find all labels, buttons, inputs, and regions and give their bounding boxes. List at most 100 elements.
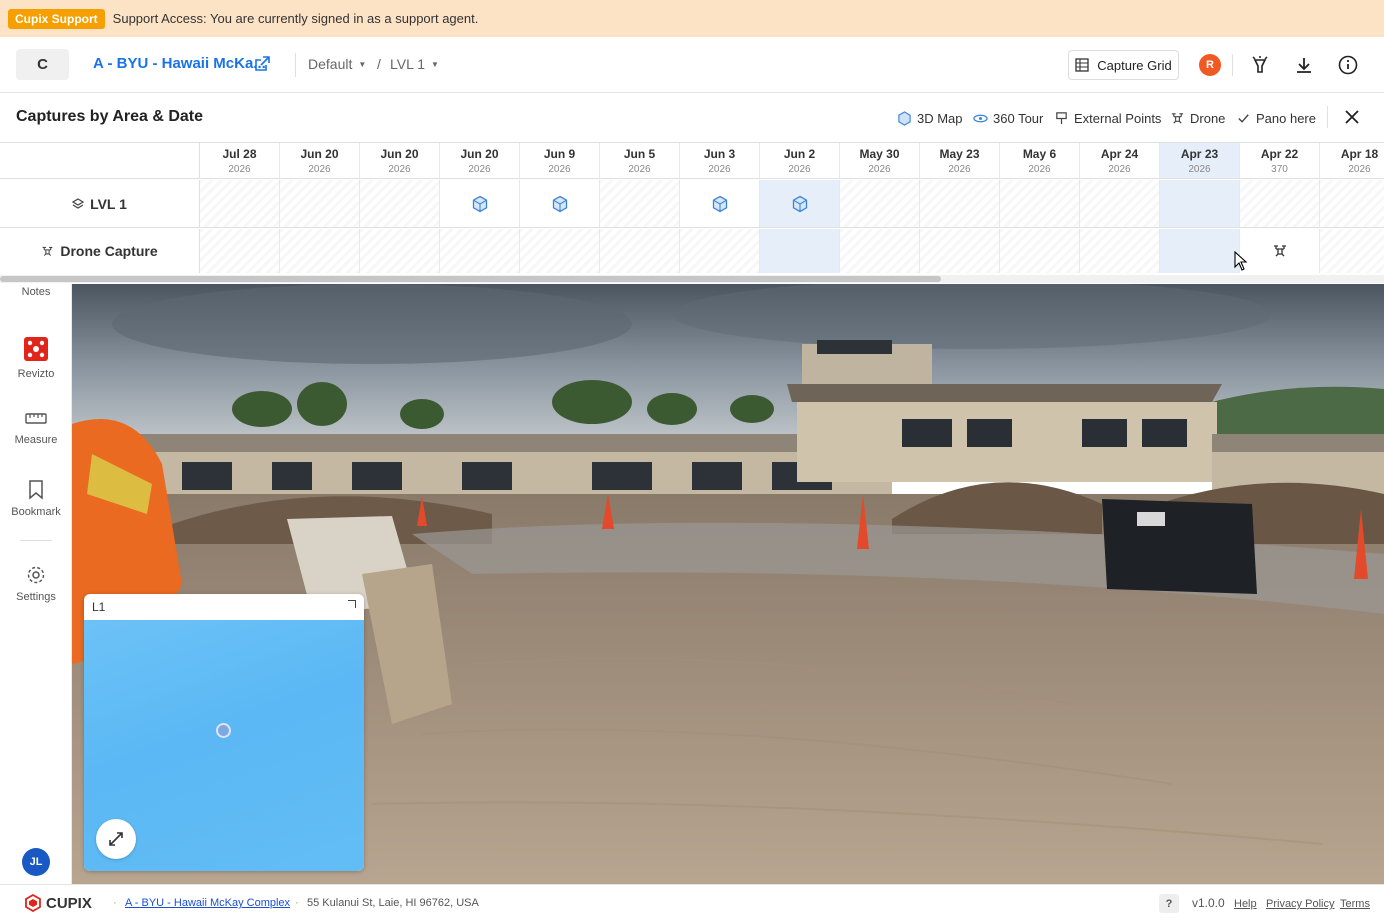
minimap[interactable]: L1 [84,594,364,871]
sidebar-item-label: Settings [16,591,56,603]
resize-corner-icon[interactable] [348,600,356,608]
sidebar-item-settings[interactable]: Settings [0,565,72,603]
date-column-header[interactable]: Jun 3 2026 [680,143,760,178]
footer-terms-link[interactable]: Terms [1340,898,1370,910]
column-year: 2026 [548,163,571,175]
avatar[interactable]: JL [22,848,50,876]
date-column-header[interactable]: Apr 18 2026 [1320,143,1384,178]
download-icon[interactable] [1293,54,1315,76]
expand-button[interactable] [96,819,136,859]
capture-cell [600,180,680,227]
date-column-header[interactable]: Jun 9 2026 [520,143,600,178]
date-column-header[interactable]: Apr 24 2026 [1080,143,1160,178]
help-icon[interactable]: ? [1159,894,1179,913]
sidebar-item-bookmark[interactable]: Bookmark [0,480,72,518]
pano-here-toggle[interactable]: Pano here [1236,109,1316,127]
date-column-header[interactable]: May 23 2026 [920,143,1000,178]
info-icon[interactable] [1337,54,1359,76]
caret-down-icon: ▼ [431,59,439,69]
capture-cube-icon [712,195,727,212]
caret-down-icon: ▼ [358,59,367,69]
capture-cell[interactable] [1240,229,1320,273]
footer-project-link[interactable]: A - BYU - Hawaii McKay Complex [125,897,290,909]
date-column-header[interactable]: Apr 23 2026 [1160,143,1240,178]
date-column-header[interactable]: Apr 22 370 [1240,143,1320,178]
scrollbar-thumb[interactable] [0,276,941,282]
pin-icon [1056,111,1067,124]
sidebar-item-measure[interactable]: Measure [0,410,72,446]
minimap-header: L1 [84,594,364,620]
date-column-header[interactable]: Jun 2 2026 [760,143,840,178]
capture-cell [840,229,920,273]
capture-cell [360,229,440,273]
workspace-logo[interactable]: C [16,49,69,80]
breadcrumb-workspace[interactable]: Default ▼ [308,56,366,72]
column-year: 2026 [308,163,331,175]
column-year: 2026 [1348,163,1371,175]
area-row-drone: Drone Capture [0,229,1384,273]
row-header[interactable]: Drone Capture [0,229,200,273]
column-year: 370 [1271,163,1288,175]
drone-toggle[interactable]: Drone [1170,109,1225,127]
date-column-header[interactable]: May 30 2026 [840,143,920,178]
minimap-title: L1 [92,600,106,614]
date-column-header[interactable]: Jun 20 2026 [280,143,360,178]
capture-cell [440,229,520,273]
brand-name: CUPIX [46,894,92,912]
column-date: Jun 20 [300,146,339,161]
left-toolbar: Notes Revizto Measure Bookmark Settings … [0,284,72,884]
footer-address: 55 Kulanui St, Laie, HI 96762, USA [307,897,479,909]
column-year: 2026 [948,163,971,175]
column-year: 2026 [628,163,651,175]
capture-cell [360,180,440,227]
grid-icon [1075,58,1089,72]
sidebar-item-revizto[interactable]: Revizto [0,336,72,380]
sidebar-item-label: Revizto [17,368,55,380]
column-date: Jun 2 [783,146,816,161]
area-row-lvl1: LVL 1 [0,180,1384,228]
location-marker-icon[interactable] [216,723,231,738]
footer-help-link[interactable]: Help [1234,898,1257,910]
row-header[interactable]: LVL 1 [0,180,200,227]
project-title[interactable]: A - BYU - Hawaii McKa... [93,55,266,72]
capture-cell [520,229,600,273]
capture-cell [280,229,360,273]
horizontal-scrollbar[interactable] [0,275,1384,283]
drone-label: Drone [1190,110,1226,126]
capture-cell[interactable] [680,180,760,227]
date-column-header[interactable]: Jul 28 2026 [200,143,280,178]
corner-cell [0,143,200,178]
date-column-header[interactable]: Jun 5 2026 [600,143,680,178]
column-year: 2026 [468,163,491,175]
column-year: 2026 [1188,163,1211,175]
footer-privacy-link[interactable]: Privacy Policy [1266,898,1334,910]
map3d-toggle[interactable]: 3D Map [897,109,963,127]
capture-cell [1160,229,1240,273]
capture-cell [1080,229,1160,273]
close-icon[interactable] [1343,108,1361,126]
capture-cell[interactable] [760,180,840,227]
tour360-toggle[interactable]: 360 Tour [973,109,1043,127]
sidebar-item-notes[interactable]: Notes [0,286,72,298]
capture-cell[interactable] [520,180,600,227]
column-year: 2026 [228,163,251,175]
capture-cell[interactable] [440,180,520,227]
minimap-map[interactable] [84,620,364,871]
external-link-icon[interactable] [253,55,271,73]
capture-grid-button[interactable]: Capture Grid [1068,50,1179,80]
capture-cell [920,180,1000,227]
capture-cell [280,180,360,227]
date-column-header[interactable]: Jun 20 2026 [440,143,520,178]
header-divider [295,53,296,77]
capture-drone-icon [1273,245,1286,257]
expand-icon [109,832,123,846]
date-column-header[interactable]: Jun 20 2026 [360,143,440,178]
date-column-header[interactable]: May 6 2026 [1000,143,1080,178]
external-points-label: External Points [1074,110,1162,126]
column-date: May 6 [1022,146,1057,161]
breadcrumb-level[interactable]: LVL 1 ▼ [390,56,439,72]
sidebar-divider [20,540,52,541]
revizto-badge-icon[interactable]: R [1199,54,1221,76]
external-points-toggle[interactable]: External Points [1054,109,1161,127]
flashlight-icon[interactable] [1249,54,1271,76]
